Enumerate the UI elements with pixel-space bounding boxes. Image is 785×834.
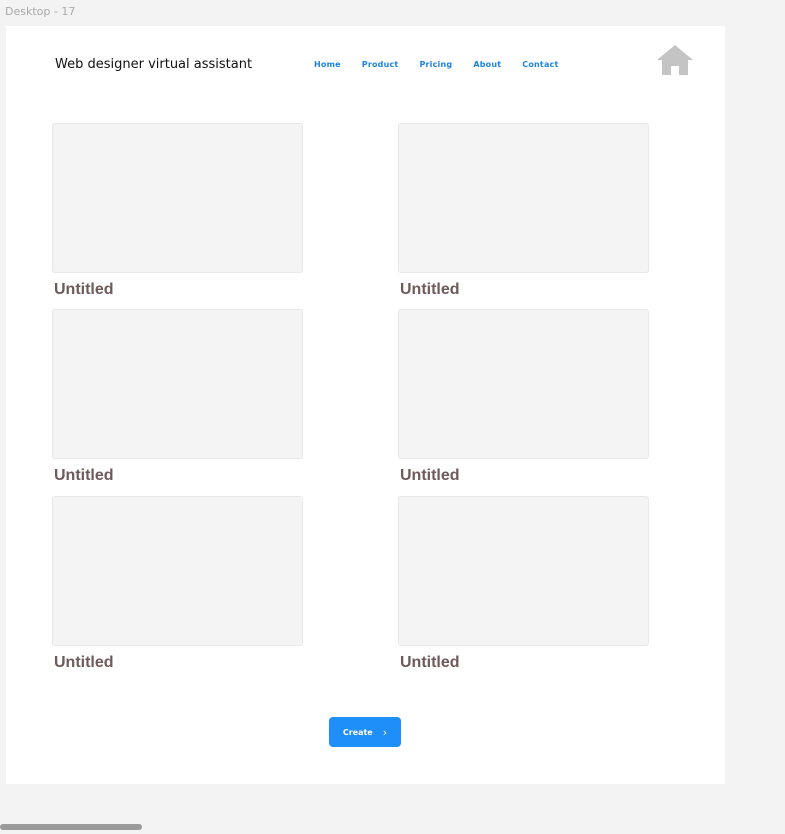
create-button-label: Create [342, 727, 373, 737]
card-title: Untitled [54, 467, 114, 484]
nav-about[interactable]: About [473, 60, 501, 69]
frame-label: Desktop - 17 [5, 5, 76, 18]
card-image-placeholder [398, 309, 649, 459]
chevron-right-icon: › [382, 725, 388, 739]
card-title: Untitled [400, 467, 460, 484]
card-image-placeholder [398, 496, 649, 646]
card-image-placeholder [52, 123, 303, 273]
nav-contact[interactable]: Contact [522, 60, 558, 69]
home-icon[interactable] [656, 44, 694, 76]
card-title: Untitled [54, 654, 114, 671]
horizontal-scrollbar[interactable] [0, 824, 142, 830]
card-title: Untitled [400, 281, 460, 298]
desktop-frame: Web designer virtual assistant Home Prod… [6, 26, 725, 784]
nav-product[interactable]: Product [362, 60, 399, 69]
create-button[interactable]: Create › [329, 717, 401, 747]
nav-pricing[interactable]: Pricing [419, 60, 452, 69]
card-image-placeholder [52, 309, 303, 459]
card-image-placeholder [398, 123, 649, 273]
brand-title: Web designer virtual assistant [55, 57, 253, 72]
card-title: Untitled [54, 281, 114, 298]
card[interactable]: Untitled [398, 496, 649, 672]
card[interactable]: Untitled [398, 309, 649, 485]
card-title: Untitled [400, 654, 460, 671]
card-image-placeholder [52, 496, 303, 646]
card[interactable]: Untitled [398, 123, 649, 299]
card[interactable]: Untitled [52, 309, 303, 485]
nav-home[interactable]: Home [314, 60, 341, 69]
card[interactable]: Untitled [52, 123, 303, 299]
card[interactable]: Untitled [52, 496, 303, 672]
main-nav: Home Product Pricing About Contact [314, 60, 580, 69]
